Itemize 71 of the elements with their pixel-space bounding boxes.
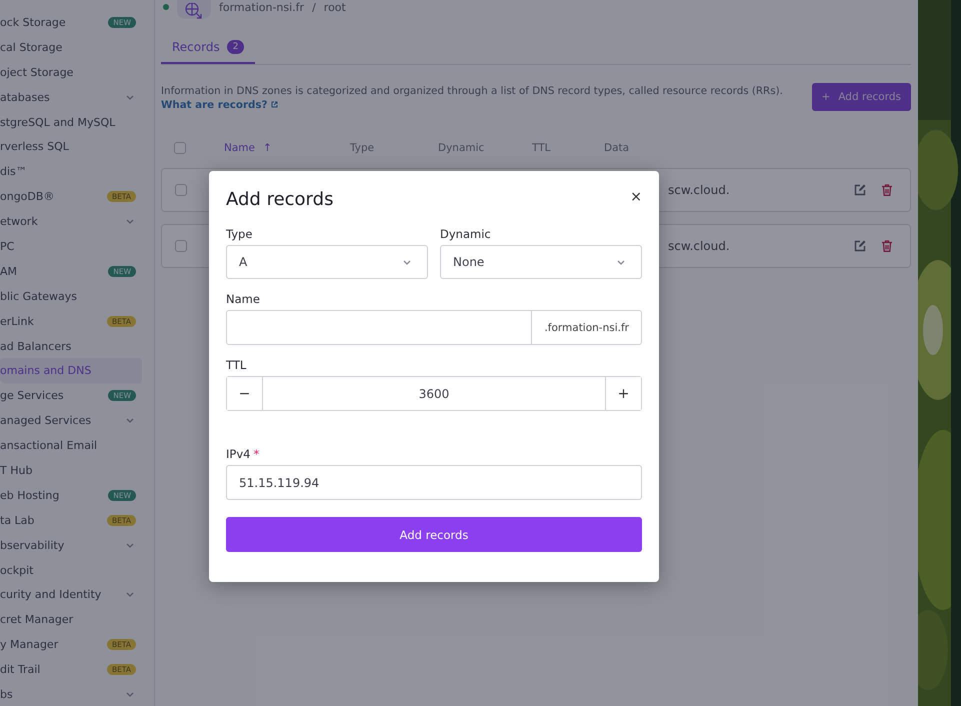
row-checkbox[interactable] [175,240,187,252]
chevron-down-icon [126,219,134,224]
count-badge: 2 [226,40,244,54]
breadcrumb-text: formation-nsi.fr [219,0,304,14]
external-link-icon [270,101,278,108]
table-cell-text: scw.cloud. [668,239,731,253]
field-label: Dynamic [440,227,492,241]
chevron-down-icon [126,418,134,424]
plus-icon: + [822,91,830,103]
column-header: Dynamic [438,142,486,154]
column-header: TTL [532,142,552,154]
sidebar-item[interactable]: oject Storage [0,60,142,85]
breadcrumb-text: / [312,0,316,14]
row-checkbox[interactable] [175,184,187,196]
chevron-down-icon [126,542,134,548]
sidebar-item[interactable]: stgreSQL and MySQL [0,110,142,134]
name-field[interactable]: .formation-nsi.fr [226,310,642,345]
close-button[interactable]: × [630,189,642,205]
table-cell-text: scw.cloud. [668,183,731,197]
sidebar-item[interactable]: etwork [0,209,142,234]
edit-icon[interactable] [854,184,866,196]
sidebar-item[interactable]: cal Storage [0,34,142,60]
sidebar-item[interactable]: ansactional Email [0,433,142,458]
decrement-button[interactable]: − [227,377,263,410]
chevron-down-icon [126,692,134,697]
domain-suffix: .formation-nsi.fr [531,311,641,344]
sidebar-item[interactable]: rverless SQL [0,134,142,160]
column-header: Type [350,142,376,154]
records-tab[interactable]: Records 2 [161,38,256,64]
chevron-down-icon [403,260,411,264]
sidebar-item[interactable]: blic Gateways [0,284,142,309]
chevron-down-icon [126,592,134,598]
field-label: TTL [226,358,248,372]
trash-icon[interactable] [882,184,892,196]
sidebar-item[interactable]: T Hub [0,458,142,483]
description-text: Information in DNS zones is categorized and organized through a list of DNS record types, called resource records (RRs). What are records? [161,84,784,112]
select-all-checkbox[interactable] [174,142,186,154]
edit-icon[interactable] [854,240,866,252]
sidebar-item[interactable]: curity and Identity [0,582,142,608]
increment-button[interactable]: + [605,377,641,410]
chevron-down-icon [126,94,134,100]
field-label: Type [226,227,254,241]
type-select[interactable]: A [226,245,428,279]
sidebar-item[interactable]: atabases [0,84,142,110]
field-label: IPv4 [226,447,250,461]
help-link[interactable]: What are records? [161,99,278,111]
sidebar-item[interactable]: PC [0,234,142,259]
ipv4-input[interactable]: 51.15.119.94 [226,465,642,500]
sidebar-item[interactable]: omains and DNS [0,358,142,384]
sidebar-item[interactable]: bs [0,682,142,706]
sidebar-item[interactable]: bservability [0,532,142,558]
sidebar-item[interactable]: dis™ [0,159,142,184]
sidebar-item[interactable]: ockpit [0,558,142,582]
breadcrumb-text: root [324,0,346,14]
required-mark: * [253,447,260,461]
column-header: Data [604,142,630,154]
ttl-input[interactable]: 3600 [263,386,605,400]
status-dot [163,4,169,10]
sidebar-item[interactable]: cret Manager [0,607,142,632]
trash-icon[interactable] [882,240,892,252]
add-records-button[interactable]: Add records [226,517,642,552]
dynamic-select[interactable]: None [440,245,642,279]
column-header[interactable]: Name [224,142,255,154]
sort-arrow-icon: ↑ [262,142,272,154]
globe-icon [184,3,204,19]
sidebar-item[interactable]: ad Balancers [0,334,142,358]
sidebar-item[interactable]: anaged Services [0,408,142,434]
chevron-down-icon [617,260,625,264]
field-label: Name [226,292,261,306]
dialog-title: Add records [226,189,334,210]
add-records-button[interactable]: + Add records [812,83,911,111]
